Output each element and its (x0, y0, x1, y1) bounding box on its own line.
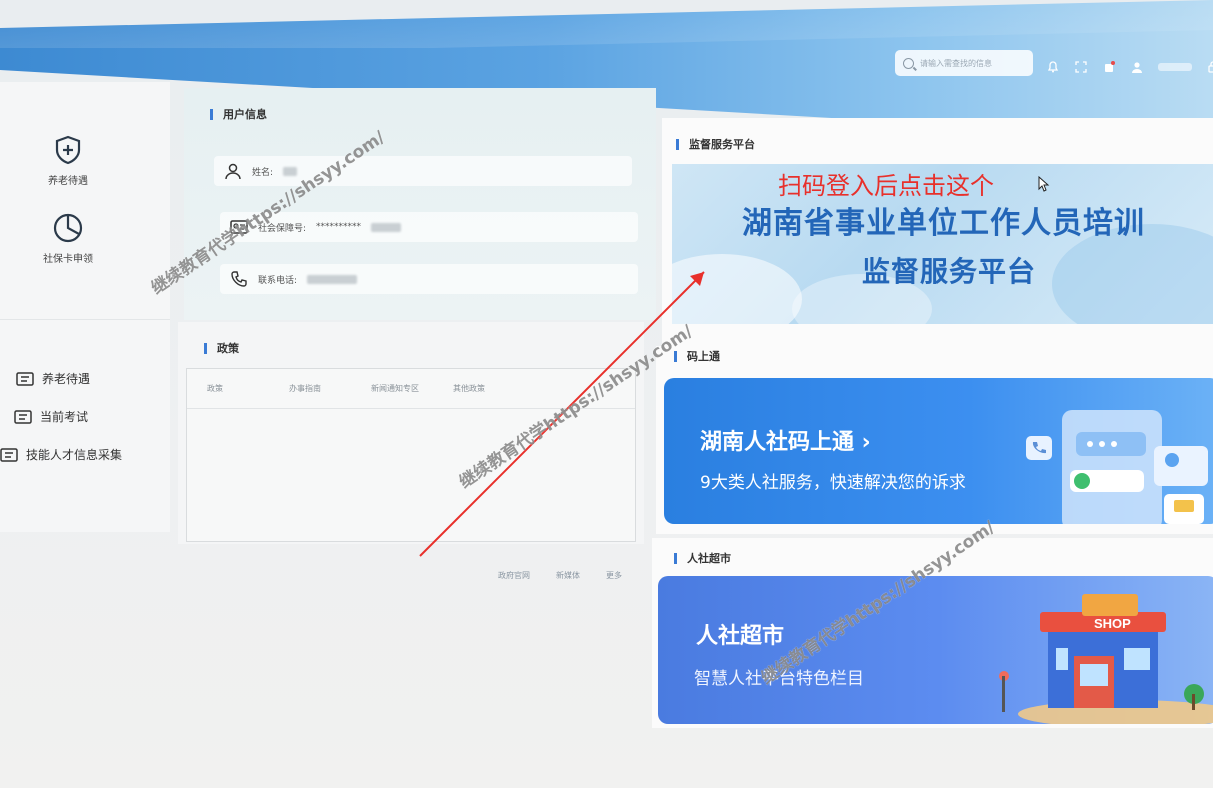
skin-icon[interactable] (1102, 60, 1116, 74)
tile-pension[interactable]: 养老待遇 (28, 134, 108, 187)
link-new-media[interactable]: 新媒体 (556, 570, 580, 581)
phone-chat-illustration (1026, 410, 1208, 524)
title-accent-bar (210, 108, 213, 120)
sidebar-item-pension[interactable]: 养老待遇 (16, 370, 90, 387)
footer-links: 政府官网 新媒体 更多 (498, 570, 622, 581)
phone-value-redacted (307, 274, 358, 284)
link-more[interactable]: 更多 (606, 570, 622, 581)
search-icon (903, 57, 914, 69)
social-value: ********** (316, 222, 362, 232)
supervise-banner-line1: 湖南省事业单位工作人员培训 (742, 206, 1145, 241)
supervise-banner-line2: 监督服务平台 (862, 255, 1037, 288)
tile-social-card[interactable]: 社保卡申领 (28, 212, 108, 265)
user-icon[interactable] (1130, 60, 1144, 74)
title-accent-bar (674, 552, 677, 564)
sidebar-item-label: 养老待遇 (42, 372, 91, 386)
policy-title: 政策 (204, 340, 239, 356)
user-info-title: 用户信息 (210, 106, 267, 122)
phone-label: 联系电话: (258, 275, 298, 286)
policy-panel: 政策 政策 办事指南 新闻通知专区 其他政策 (178, 322, 644, 544)
tab-policy[interactable]: 政策 (207, 383, 289, 394)
mashang-banner-sub: 9大类人社服务，快速解决您的诉求 (700, 473, 966, 493)
policy-title-text: 政策 (217, 342, 239, 355)
tile-label: 社保卡申领 (43, 254, 93, 265)
name-label: 姓名: (252, 167, 274, 178)
user-info-title-text: 用户信息 (223, 108, 267, 121)
bell-icon[interactable] (1046, 60, 1060, 74)
social-value-redacted (371, 222, 402, 232)
quick-tiles: 养老待遇 社保卡申领 (0, 82, 170, 320)
left-nav-panel: 养老待遇 社保卡申领 养老待遇 当前考试 技能人才信息采集 (0, 82, 170, 532)
annotation-text: 扫码登入后点击这个 (778, 172, 994, 200)
shop-sign: SHOP (1094, 616, 1131, 631)
name-value-redacted (283, 166, 298, 176)
name-field: 姓名: (214, 156, 632, 186)
cloud-decoration (672, 254, 802, 324)
title-accent-bar (676, 138, 679, 150)
pie-chart-icon (53, 213, 83, 243)
renshe-banner[interactable]: 人社超市 智慧人社平台特色栏目 SHOP (658, 576, 1213, 724)
mashang-banner[interactable]: 湖南人社码上通 › 9大类人社服务，快速解决您的诉求 (664, 378, 1213, 524)
ticket-icon (14, 409, 32, 424)
phone-icon (231, 271, 247, 287)
search-input[interactable]: 请输入需查找的信息 (895, 50, 1033, 76)
search-placeholder: 请输入需查找的信息 (920, 58, 992, 68)
mashang-banner-title: 湖南人社码上通 › (700, 430, 871, 455)
shield-plus-icon (55, 135, 81, 165)
sidebar-item-label: 当前考试 (40, 410, 89, 424)
mashang-panel: 码上通 湖南人社码上通 › 9大类人社服务，快速解决您的诉求 (656, 346, 1213, 534)
link-gov-site[interactable]: 政府官网 (498, 570, 530, 581)
tab-news[interactable]: 新闻通知专区 (371, 383, 453, 394)
mashang-title-text: 码上通 (687, 350, 720, 363)
phone-field: 联系电话: (220, 264, 638, 294)
renshe-banner-title: 人社超市 (696, 624, 785, 649)
ticket-icon (16, 371, 34, 386)
supervise-title-text: 监督服务平台 (689, 138, 755, 151)
social-security-field: 社会保障号: ********** (220, 212, 638, 242)
renshe-title: 人社超市 (674, 550, 731, 566)
supervise-panel: 监督服务平台 湖南省事业单位工作人员培训 监督服务平台 (662, 118, 1213, 346)
ticket-icon (0, 447, 18, 462)
header-icon-group (1046, 60, 1213, 74)
fullscreen-icon[interactable] (1074, 60, 1088, 74)
sidebar-item-skill-info[interactable]: 技能人才信息采集 (0, 446, 122, 463)
tile-label: 养老待遇 (48, 176, 88, 187)
tab-guide[interactable]: 办事指南 (289, 383, 371, 394)
supervise-title: 监督服务平台 (676, 136, 755, 152)
tab-other[interactable]: 其他政策 (453, 383, 535, 394)
lock-icon[interactable] (1206, 60, 1213, 74)
shop-illustration: SHOP (999, 594, 1213, 724)
user-name[interactable] (1158, 63, 1192, 71)
mashang-title: 码上通 (674, 348, 720, 364)
person-icon (225, 163, 241, 180)
renshe-title-text: 人社超市 (687, 552, 731, 565)
sidebar-item-label: 技能人才信息采集 (26, 448, 123, 462)
title-accent-bar (204, 342, 207, 354)
sidebar-item-current-exam[interactable]: 当前考试 (14, 408, 88, 425)
mouse-cursor-icon (1038, 176, 1050, 192)
